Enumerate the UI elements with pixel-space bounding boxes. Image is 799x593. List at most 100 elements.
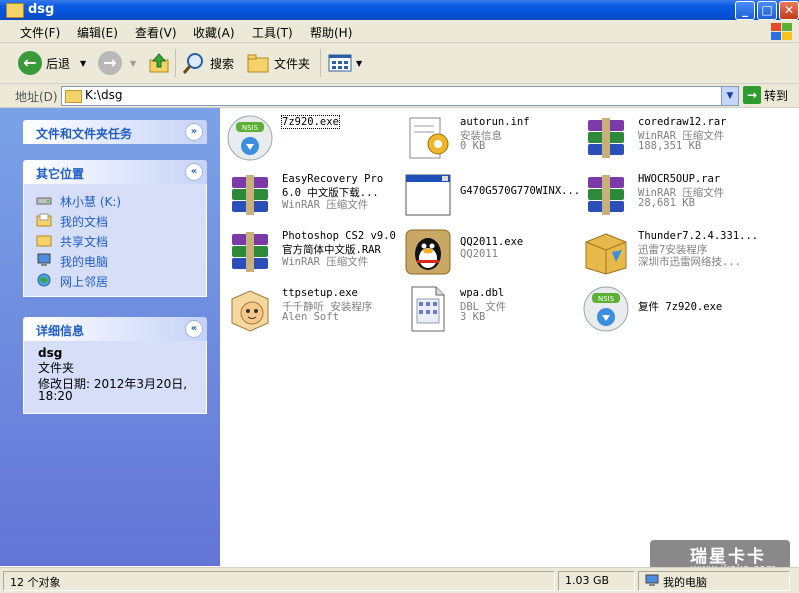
title-bar[interactable]: dsg _ □ ✕ xyxy=(0,0,799,20)
file-company: 深圳市迅雷网络技... xyxy=(638,256,741,268)
minimize-button[interactable]: _ xyxy=(735,1,755,20)
place-label: 我的电脑 xyxy=(60,255,109,269)
file-name: Photoshop CS2 v9.0 xyxy=(282,230,396,242)
go-arrow-icon: → xyxy=(743,86,761,104)
task-pane: 文件和文件夹任务 » 其它位置 « 林小慧 (K:) 我的文档 共享文档 我的电… xyxy=(0,108,220,566)
toolbar-separator xyxy=(320,49,321,77)
svg-text:NSIS: NSIS xyxy=(598,295,615,303)
address-dropdown-icon[interactable]: ▼ xyxy=(721,87,738,105)
address-input[interactable]: K:\dsg ▼ xyxy=(61,86,739,106)
file-size: 28,681 KB xyxy=(638,197,695,209)
file-tasks-panel: 文件和文件夹任务 » xyxy=(23,120,207,144)
up-folder-button[interactable] xyxy=(148,49,170,77)
menu-help[interactable]: 帮助(H) xyxy=(310,24,352,41)
nsis-installer-icon: NSIS xyxy=(583,286,629,332)
forward-button[interactable]: → ▼ xyxy=(98,49,136,77)
close-button[interactable]: ✕ xyxy=(779,1,799,20)
chevron-up-icon[interactable]: « xyxy=(185,163,203,181)
place-my-documents[interactable]: 我的文档 xyxy=(24,210,206,230)
toolbar-separator xyxy=(175,49,176,77)
nsis-installer-icon: NSIS xyxy=(227,115,273,161)
file-name: autorun.inf xyxy=(460,116,530,128)
winrar-icon xyxy=(582,114,630,162)
file-name: 复件 7z920.exe xyxy=(638,301,723,313)
back-button[interactable]: ← 后退 ▼ xyxy=(18,49,86,77)
status-location: 我的电脑 xyxy=(663,576,707,589)
menu-view[interactable]: 查看(V) xyxy=(135,24,177,41)
file-tile[interactable]: wpa.dbl DBL 文件 3 KB xyxy=(404,283,584,335)
file-tasks-header[interactable]: 文件和文件夹任务 » xyxy=(23,120,207,144)
back-label: 后退 xyxy=(46,56,71,71)
file-tile[interactable]: EasyRecovery Pro 6.0 中文版下载... WinRAR 压缩文… xyxy=(226,169,406,221)
menu-edit[interactable]: 编辑(E) xyxy=(77,24,118,41)
file-name: G470G570G770WINX... xyxy=(460,185,581,197)
file-list: NSIS 7z920.exe autorun.inf 安装信息 0 KB cor… xyxy=(220,108,799,566)
folders-icon xyxy=(247,54,269,73)
search-button[interactable]: 搜索 xyxy=(182,49,234,77)
folders-button[interactable]: 文件夹 xyxy=(246,49,310,77)
search-icon xyxy=(182,53,203,74)
details-header[interactable]: 详细信息 « xyxy=(23,317,207,341)
file-tile[interactable]: HWOCR5OUP.rar WinRAR 压缩文件 28,681 KB xyxy=(582,169,762,221)
place-label: 网上邻居 xyxy=(60,275,109,289)
file-tile[interactable]: G470G570G770WINX... xyxy=(404,169,584,221)
place-network[interactable]: 网上邻居 xyxy=(24,270,206,290)
place-drive-k[interactable]: 林小慧 (K:) xyxy=(24,190,206,210)
menu-tools[interactable]: 工具(T) xyxy=(252,24,293,41)
winrar-icon xyxy=(226,171,274,219)
window-title: dsg xyxy=(28,2,55,17)
place-my-computer[interactable]: 我的电脑 xyxy=(24,250,206,270)
qq-penguin-icon xyxy=(405,229,451,275)
shared-folder-icon xyxy=(36,235,52,247)
other-places-list: 林小慧 (K:) 我的文档 共享文档 我的电脑 网上邻居 xyxy=(23,184,207,297)
views-button[interactable]: ▼ xyxy=(328,49,362,77)
search-label: 搜索 xyxy=(210,56,235,71)
file-name: Thunder7.2.4.331... xyxy=(638,230,759,242)
file-tile[interactable]: Thunder7.2.4.331... 迅雷7安装程序 深圳市迅雷网络技... xyxy=(582,226,762,278)
place-shared-documents[interactable]: 共享文档 xyxy=(24,230,206,250)
chevron-up-icon[interactable]: « xyxy=(185,320,203,338)
explorer-window: dsg _ □ ✕ 文件(F) 编辑(E) 查看(V) 收藏(A) 工具(T) … xyxy=(0,0,799,593)
chevron-down-icon[interactable]: » xyxy=(185,123,203,141)
menu-favorites[interactable]: 收藏(A) xyxy=(193,24,235,41)
status-objects-cell: 12 个对象 xyxy=(3,571,555,591)
maximize-button[interactable]: □ xyxy=(757,1,777,20)
place-label: 共享文档 xyxy=(60,235,109,249)
file-tile[interactable]: QQ2011.exe QQ2011 xyxy=(404,226,584,278)
views-dropdown-icon[interactable]: ▼ xyxy=(356,59,362,68)
address-path: K:\dsg xyxy=(85,88,123,102)
file-name: wpa.dbl xyxy=(460,287,505,299)
other-places-header[interactable]: 其它位置 « xyxy=(23,160,207,184)
address-bar: 地址(D) K:\dsg ▼ → 转到 xyxy=(0,84,799,108)
forward-dropdown-icon[interactable]: ▼ xyxy=(130,59,136,68)
menu-file[interactable]: 文件(F) xyxy=(20,24,60,41)
file-tile[interactable]: Photoshop CS2 v9.0 官方简体中文版.RAR WinRAR 压缩… xyxy=(226,226,406,278)
go-button[interactable]: → 转到 xyxy=(743,86,788,104)
details-panel: 详细信息 « dsg 文件夹 修改日期: 2012年3月20日, 18:20 xyxy=(23,317,207,414)
details-name: dsg xyxy=(38,346,63,360)
file-name: coredraw12.rar xyxy=(638,116,727,128)
details-type: 文件夹 xyxy=(38,361,75,375)
documents-folder-icon xyxy=(36,213,52,227)
file-tile[interactable]: autorun.inf 安装信息 0 KB xyxy=(404,112,584,164)
winrar-icon xyxy=(582,171,630,219)
drive-icon xyxy=(36,197,52,205)
status-bar: 12 个对象 1.03 GB 我的电脑 xyxy=(0,567,799,593)
svg-text:NSIS: NSIS xyxy=(242,124,259,132)
file-tile[interactable]: NSIS 复件 7z920.exe xyxy=(582,283,762,335)
file-size: 0 KB xyxy=(460,140,486,152)
folders-label: 文件夹 xyxy=(274,56,311,71)
window-app-icon xyxy=(405,174,451,216)
file-tile[interactable]: NSIS 7z920.exe xyxy=(226,112,406,164)
place-label: 我的文档 xyxy=(60,215,109,229)
file-tile[interactable]: ttpsetup.exe 千千静听 安装程序 Alen Soft xyxy=(226,283,406,335)
back-dropdown-icon[interactable]: ▼ xyxy=(80,59,86,68)
address-label: 地址(D) xyxy=(15,90,58,104)
file-company: Alen Soft xyxy=(282,311,339,323)
toolbar: ← 后退 ▼ → ▼ 搜索 文件夹 ▼ xyxy=(0,43,799,84)
file-tile[interactable]: coredraw12.rar WinRAR 压缩文件 188,351 KB xyxy=(582,112,762,164)
file-name: QQ2011.exe xyxy=(460,236,524,248)
status-location-cell: 我的电脑 xyxy=(638,571,790,591)
network-icon xyxy=(37,273,51,287)
details-title: 详细信息 xyxy=(36,324,85,338)
